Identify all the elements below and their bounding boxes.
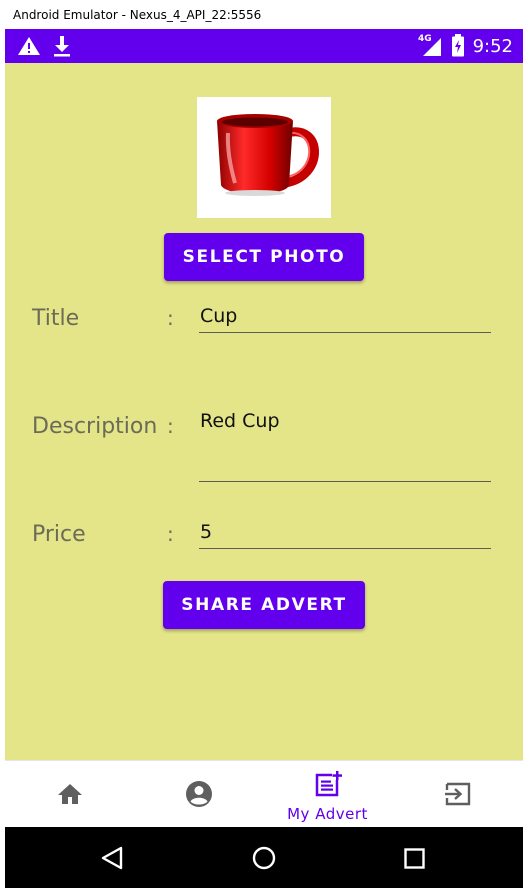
nav-label-my-advert: My Advert <box>287 805 368 823</box>
bottom-navigation: My Advert <box>5 760 523 827</box>
title-input[interactable] <box>199 299 491 333</box>
nav-item-my-advert[interactable]: My Advert <box>263 761 392 828</box>
battery-icon <box>452 34 464 57</box>
cup-image <box>217 114 319 196</box>
advert-photo[interactable] <box>197 97 331 218</box>
device-screen: 4G 9:52 SELECT PHOTO Title: Cup Descrip… <box>5 29 523 888</box>
price-input[interactable] <box>199 515 491 549</box>
description-separator: : <box>167 414 174 438</box>
nav-item-home[interactable] <box>5 761 134 828</box>
description-value: Red Cup <box>200 410 280 432</box>
logout-icon <box>445 782 471 806</box>
download-icon <box>54 36 70 57</box>
home-icon <box>58 784 82 804</box>
description-label: Description <box>32 414 158 439</box>
emulator-window-title: Android Emulator - Nexus_4_API_22:5556 <box>0 0 526 29</box>
home-circle-icon[interactable] <box>252 846 276 870</box>
back-icon[interactable] <box>101 846 123 870</box>
title-label: Title <box>32 306 80 331</box>
advert-form: SELECT PHOTO Title : Description : Red C… <box>5 63 523 760</box>
account-icon <box>186 781 212 807</box>
post-add-icon <box>315 771 343 797</box>
warning-icon <box>18 37 40 55</box>
signal-icon <box>423 38 441 56</box>
system-navigation-bar <box>5 827 523 888</box>
recents-icon[interactable] <box>404 848 425 869</box>
select-photo-button[interactable]: SELECT PHOTO <box>164 233 364 281</box>
status-bar: 4G 9:52 <box>5 29 523 63</box>
description-input[interactable]: Red Cup <box>199 406 491 482</box>
nav-item-account[interactable] <box>134 761 263 828</box>
title-separator: : <box>167 306 174 330</box>
price-label: Price <box>32 522 86 547</box>
nav-item-logout[interactable] <box>392 761 521 828</box>
clock: 9:52 <box>472 36 513 57</box>
price-separator: : <box>167 522 174 546</box>
share-advert-button[interactable]: SHARE ADVERT <box>163 581 365 629</box>
